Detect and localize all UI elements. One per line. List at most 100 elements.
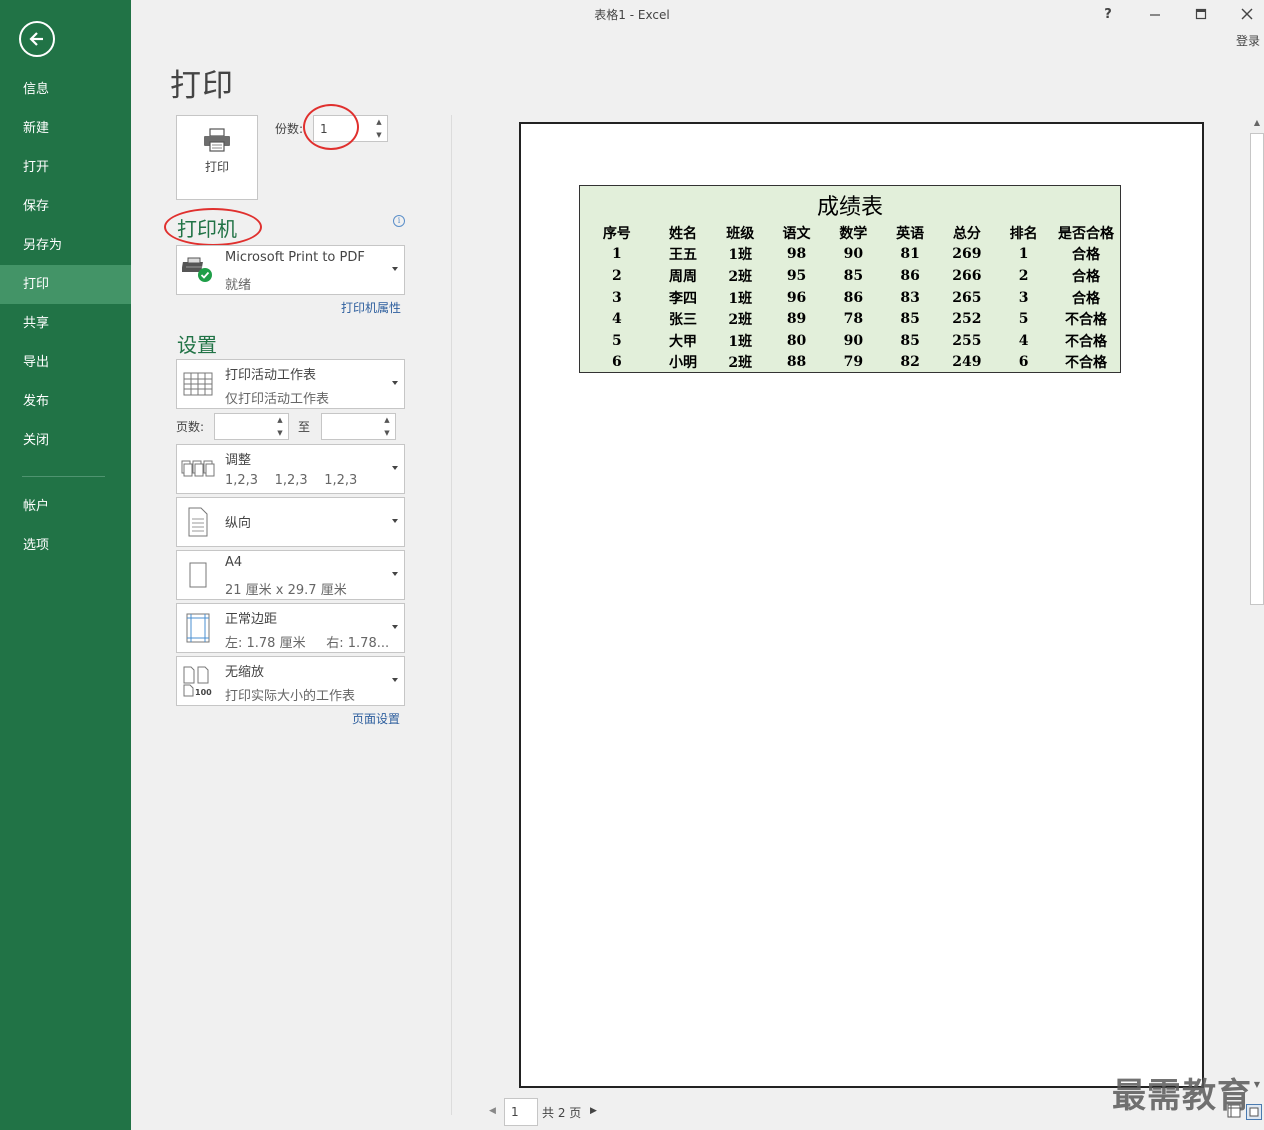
table-cell: 合格 — [1072, 268, 1100, 285]
nav-open[interactable]: 打开 — [0, 148, 131, 187]
nav-new[interactable]: 新建 — [0, 109, 131, 148]
chevron-down-icon — [392, 466, 398, 470]
show-margins-button[interactable] — [1227, 1104, 1241, 1118]
worksheet-range: 成绩表 序号 姓名 班级 语文 数学 英语 总分 排名 是否合格 1 王五 1班… — [579, 185, 1121, 373]
table-cell: 4 — [611, 311, 622, 328]
table-cell: 5 — [611, 332, 622, 349]
table-cell: 合格 — [1072, 247, 1100, 264]
printer-status: 就绪 — [225, 278, 252, 293]
chevron-down-icon — [392, 519, 398, 523]
panel-divider — [451, 115, 452, 1115]
pages-to-label: 至 — [298, 420, 311, 434]
table-cell: 2班 — [728, 268, 753, 285]
no-scaling-icon: 100 — [180, 663, 216, 699]
next-page-button[interactable]: ▶ — [590, 1106, 597, 1116]
page-setup-link[interactable]: 页面设置 — [352, 710, 400, 727]
margins-icon — [180, 610, 216, 646]
nav-close[interactable]: 关闭 — [0, 421, 131, 460]
pages-to-up-button[interactable]: ▲ — [379, 414, 395, 427]
pages-to-input[interactable]: ▲ ▼ — [321, 413, 396, 440]
nav-options[interactable]: 选项 — [0, 526, 131, 565]
copies-down-button[interactable]: ▼ — [371, 129, 387, 142]
copies-input[interactable]: 1 ▲ ▼ — [313, 115, 388, 142]
pages-to-spinner: ▲ ▼ — [379, 414, 395, 439]
page-title: 打印 — [170, 68, 234, 104]
header-cell: 英语 — [896, 225, 925, 242]
show-margins-icon — [1227, 1104, 1241, 1118]
window-title: 表格1 - Excel — [594, 8, 670, 22]
table-cell: 2班 — [728, 355, 753, 372]
margins-dropdown[interactable]: 正常边距 左: 1.78 厘米 右: 1.78... — [176, 603, 405, 653]
help-button[interactable]: ? — [1093, 4, 1123, 24]
zoom-to-page-button[interactable] — [1246, 1104, 1262, 1120]
printer-dropdown[interactable]: Microsoft Print to PDF 就绪 — [176, 245, 405, 295]
table-cell: 6 — [1018, 354, 1029, 371]
print-what-dropdown[interactable]: 打印活动工作表 仅打印活动工作表 — [176, 359, 405, 409]
table-cell: 269 — [952, 246, 982, 263]
header-cell: 姓名 — [669, 225, 698, 242]
printer-name: Microsoft Print to PDF — [225, 250, 365, 265]
table-cell: 90 — [843, 332, 864, 349]
table-cell: 王五 — [669, 247, 698, 264]
table-cell: 85 — [843, 267, 864, 284]
pages-from-down-button[interactable]: ▼ — [272, 427, 288, 440]
nav-info[interactable]: 信息 — [0, 70, 131, 109]
nav-account[interactable]: 帐户 — [0, 487, 131, 526]
scaling-dropdown[interactable]: 100 无缩放 打印实际大小的工作表 — [176, 656, 405, 706]
table-cell: 80 — [786, 332, 807, 349]
nav-print[interactable]: 打印 — [0, 265, 131, 304]
pages-from-input[interactable]: ▲ ▼ — [214, 413, 289, 440]
previous-page-button[interactable]: ◀ — [489, 1106, 496, 1116]
scroll-up-button[interactable]: ▲ — [1252, 118, 1262, 128]
chevron-down-icon — [392, 572, 398, 576]
table-cell: 88 — [786, 354, 807, 371]
printer-properties-link[interactable]: 打印机属性 — [341, 299, 401, 316]
copies-up-button[interactable]: ▲ — [371, 116, 387, 129]
pages-from-up-button[interactable]: ▲ — [272, 414, 288, 427]
copies-spinner: ▲ ▼ — [371, 116, 387, 141]
page-number-input[interactable]: 1 — [504, 1098, 538, 1126]
scaling-icon-text: 100 — [195, 688, 212, 697]
printer-device-icon — [180, 252, 216, 288]
maximize-button[interactable] — [1186, 4, 1216, 24]
table-cell: 266 — [952, 267, 982, 284]
minimize-button[interactable] — [1140, 4, 1170, 24]
grades-table: 序号 姓名 班级 语文 数学 英语 总分 排名 是否合格 1 王五 1班 98 90 81… — [580, 222, 1120, 373]
table-cell: 96 — [786, 289, 807, 306]
margins-title: 正常边距 — [225, 612, 278, 627]
nav-save[interactable]: 保存 — [0, 187, 131, 226]
zoom-to-page-icon — [1246, 1104, 1262, 1120]
scrollbar-thumb[interactable] — [1250, 133, 1264, 605]
collate-dropdown[interactable]: 调整 1,2,3 1,2,3 1,2,3 — [176, 444, 405, 494]
pages-to-down-button[interactable]: ▼ — [379, 427, 395, 440]
table-cell: 不合格 — [1065, 355, 1107, 372]
orientation-dropdown[interactable]: 纵向 — [176, 497, 405, 547]
page-total-label: 共 2 页 — [542, 1106, 582, 1120]
nav-publish[interactable]: 发布 — [0, 382, 131, 421]
table-cell: 周周 — [669, 268, 698, 285]
back-button[interactable] — [19, 21, 55, 57]
chevron-down-icon — [392, 625, 398, 629]
login-link[interactable]: 登录 — [1236, 32, 1260, 49]
table-cell: 1班 — [728, 290, 753, 307]
nav-share[interactable]: 共享 — [0, 304, 131, 343]
table-cell: 1班 — [728, 333, 753, 350]
close-button[interactable] — [1232, 4, 1262, 24]
header-cell: 数学 — [839, 225, 868, 242]
table-cell: 265 — [952, 289, 982, 306]
scroll-down-button[interactable]: ▼ — [1252, 1080, 1262, 1090]
nav-export[interactable]: 导出 — [0, 343, 131, 382]
header-cell: 总分 — [952, 225, 981, 242]
copies-label: 份数: — [275, 122, 304, 136]
print-button[interactable]: 打印 — [176, 115, 258, 200]
table-cell: 98 — [786, 246, 807, 263]
table-cell: 3 — [611, 289, 622, 306]
table-cell: 86 — [843, 289, 864, 306]
paper-size-dropdown[interactable]: A4 21 厘米 x 29.7 厘米 — [176, 550, 405, 600]
info-icon[interactable]: i — [393, 215, 405, 227]
table-cell: 81 — [900, 246, 920, 263]
header-cell: 序号 — [602, 225, 631, 242]
nav-save-as[interactable]: 另存为 — [0, 226, 131, 265]
backstage-nav: 信息 新建 打开 保存 另存为 打印 共享 导出 发布 关闭 帐户 选项 — [0, 70, 131, 565]
table-cell: 1 — [1018, 246, 1029, 263]
